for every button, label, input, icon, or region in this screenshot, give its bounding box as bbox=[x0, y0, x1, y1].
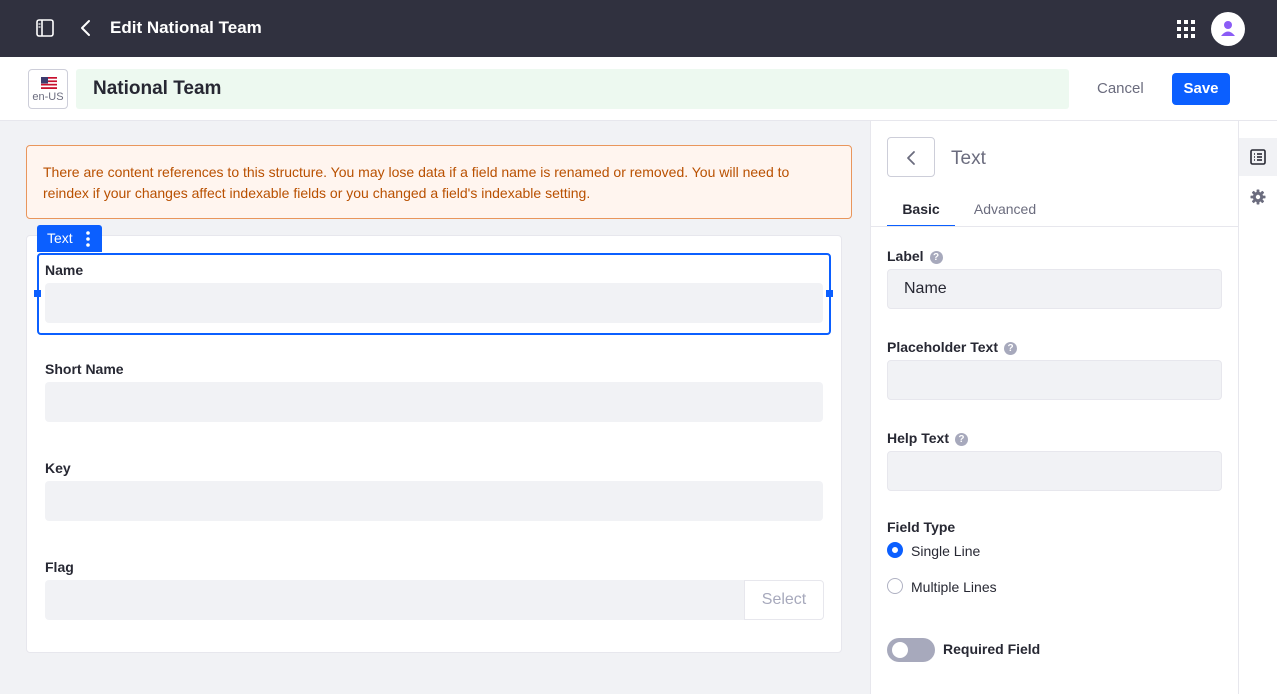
short-name-input[interactable] bbox=[45, 382, 823, 422]
tab-basic[interactable]: Basic bbox=[887, 201, 955, 227]
structure-header: en-US National Team Cancel Save bbox=[0, 57, 1277, 121]
required-field-label: Required Field bbox=[943, 641, 1041, 657]
page-title: Edit National Team bbox=[110, 18, 262, 37]
key-input[interactable] bbox=[45, 481, 823, 521]
multiple-lines-radio[interactable] bbox=[887, 578, 903, 594]
field-label-short-name: Short Name bbox=[45, 361, 124, 377]
single-line-radio[interactable] bbox=[887, 542, 903, 558]
field-type-label: Field Type bbox=[887, 519, 956, 535]
field-label-name: Name bbox=[45, 262, 84, 278]
tab-advanced[interactable]: Advanced bbox=[961, 201, 1049, 225]
single-line-label[interactable]: Single Line bbox=[911, 543, 980, 559]
top-navigation-bar: Edit National Team bbox=[0, 0, 1277, 57]
us-flag-icon bbox=[41, 77, 57, 89]
gear-icon bbox=[1250, 189, 1266, 205]
back-arrow-icon[interactable] bbox=[78, 19, 94, 37]
panel-title: Text bbox=[951, 148, 986, 169]
locale-code: en-US bbox=[32, 91, 64, 103]
toggle-knob bbox=[892, 642, 908, 658]
flag-select-button[interactable]: Select bbox=[744, 580, 824, 620]
locale-selector[interactable]: en-US bbox=[28, 69, 68, 109]
name-input[interactable] bbox=[45, 283, 823, 323]
user-avatar[interactable] bbox=[1211, 12, 1245, 46]
panel-back-button[interactable] bbox=[887, 137, 935, 177]
save-button[interactable]: Save bbox=[1172, 73, 1230, 105]
help-icon[interactable]: ? bbox=[1004, 342, 1018, 355]
field-label-key: Key bbox=[45, 460, 71, 476]
tabs-divider bbox=[871, 226, 1238, 227]
kebab-menu-icon[interactable] bbox=[86, 231, 90, 247]
help-text-property-label: Help Text? bbox=[887, 430, 968, 446]
placeholder-property-text: Placeholder Text bbox=[887, 339, 999, 355]
chevron-left-icon bbox=[907, 151, 915, 165]
help-text-input[interactable] bbox=[887, 451, 1222, 491]
help-icon[interactable]: ? bbox=[929, 251, 943, 264]
field-tag-label: Text bbox=[47, 230, 73, 246]
resize-handle-left[interactable] bbox=[34, 290, 41, 297]
fields-panel-button[interactable] bbox=[1239, 138, 1277, 176]
label-input[interactable]: Name bbox=[887, 269, 1222, 309]
right-sidebar-rail bbox=[1239, 121, 1277, 694]
placeholder-text-input[interactable] bbox=[887, 360, 1222, 400]
multiple-lines-label[interactable]: Multiple Lines bbox=[911, 579, 997, 595]
field-label-flag: Flag bbox=[45, 559, 74, 575]
sidebar-toggle-icon[interactable] bbox=[36, 19, 54, 37]
help-icon[interactable]: ? bbox=[954, 433, 968, 446]
label-property-text: Label bbox=[887, 248, 924, 264]
resize-handle-right[interactable] bbox=[826, 290, 833, 297]
content-references-warning: There are content references to this str… bbox=[26, 145, 852, 219]
structure-name-input[interactable]: National Team bbox=[76, 69, 1069, 109]
flag-input[interactable] bbox=[45, 580, 745, 620]
required-field-toggle[interactable] bbox=[887, 638, 935, 662]
list-icon bbox=[1250, 149, 1266, 165]
help-text-property-text: Help Text bbox=[887, 430, 949, 446]
label-property-label: Label? bbox=[887, 248, 943, 264]
cancel-button[interactable]: Cancel bbox=[1084, 73, 1157, 105]
placeholder-property-label: Placeholder Text? bbox=[887, 339, 1018, 355]
selected-field-tag[interactable]: Text bbox=[37, 225, 102, 252]
properties-panel-button[interactable] bbox=[1239, 178, 1277, 216]
apps-grid-icon[interactable] bbox=[1177, 20, 1195, 38]
user-icon bbox=[1221, 21, 1235, 36]
